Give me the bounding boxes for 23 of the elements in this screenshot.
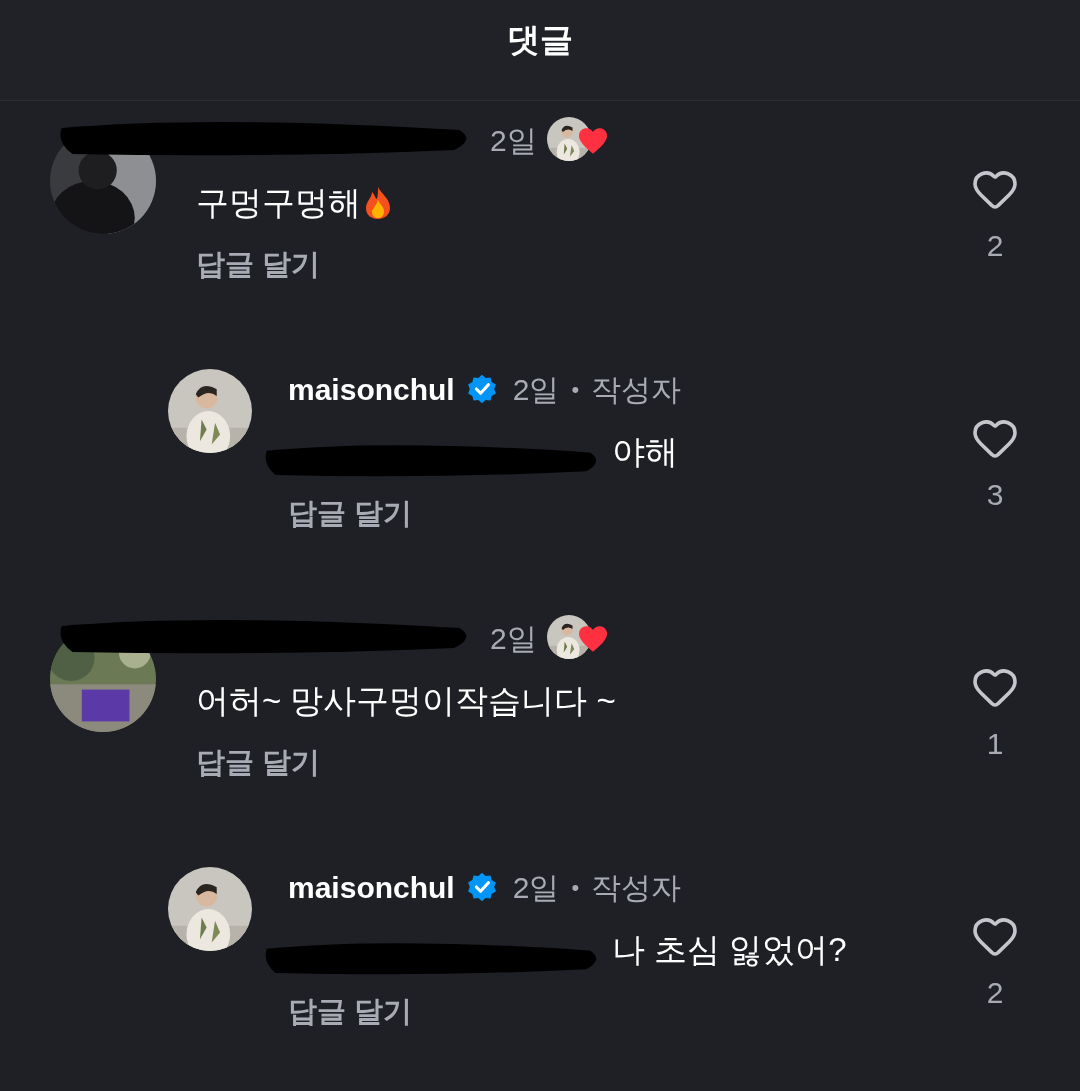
separator: • (571, 375, 580, 404)
comment-text: 어허~ 망사구멍이작습니다 ~ (196, 681, 616, 722)
timestamp: 2일 (490, 122, 537, 159)
like-count: 2 (986, 975, 1004, 1011)
header-title: 댓글 (507, 20, 573, 61)
reply-link[interactable]: 답글 달기 (196, 741, 321, 785)
reply-link[interactable]: 답글 달기 (196, 243, 321, 287)
like-count: 3 (986, 477, 1004, 513)
reply-link[interactable]: 답글 달기 (288, 990, 413, 1034)
author-tag: 작성자 (591, 864, 682, 910)
like-count: 1 (986, 726, 1004, 762)
timestamp: 2일 (512, 869, 560, 906)
separator: • (571, 873, 580, 902)
comment-text: 나 초심 잃었어? (612, 930, 847, 971)
like-count: 2 (986, 228, 1004, 264)
reply-link[interactable]: 답글 달기 (288, 492, 413, 536)
timestamp: 2일 (490, 620, 537, 657)
timestamp: 2일 (512, 371, 560, 408)
author-tag: 작성자 (591, 366, 682, 412)
comment-text: 야해 (612, 432, 678, 473)
username[interactable]: maisonchul (288, 864, 455, 910)
comment-text: 구멍구멍해 (196, 183, 361, 224)
username[interactable]: maisonchul (288, 366, 455, 412)
